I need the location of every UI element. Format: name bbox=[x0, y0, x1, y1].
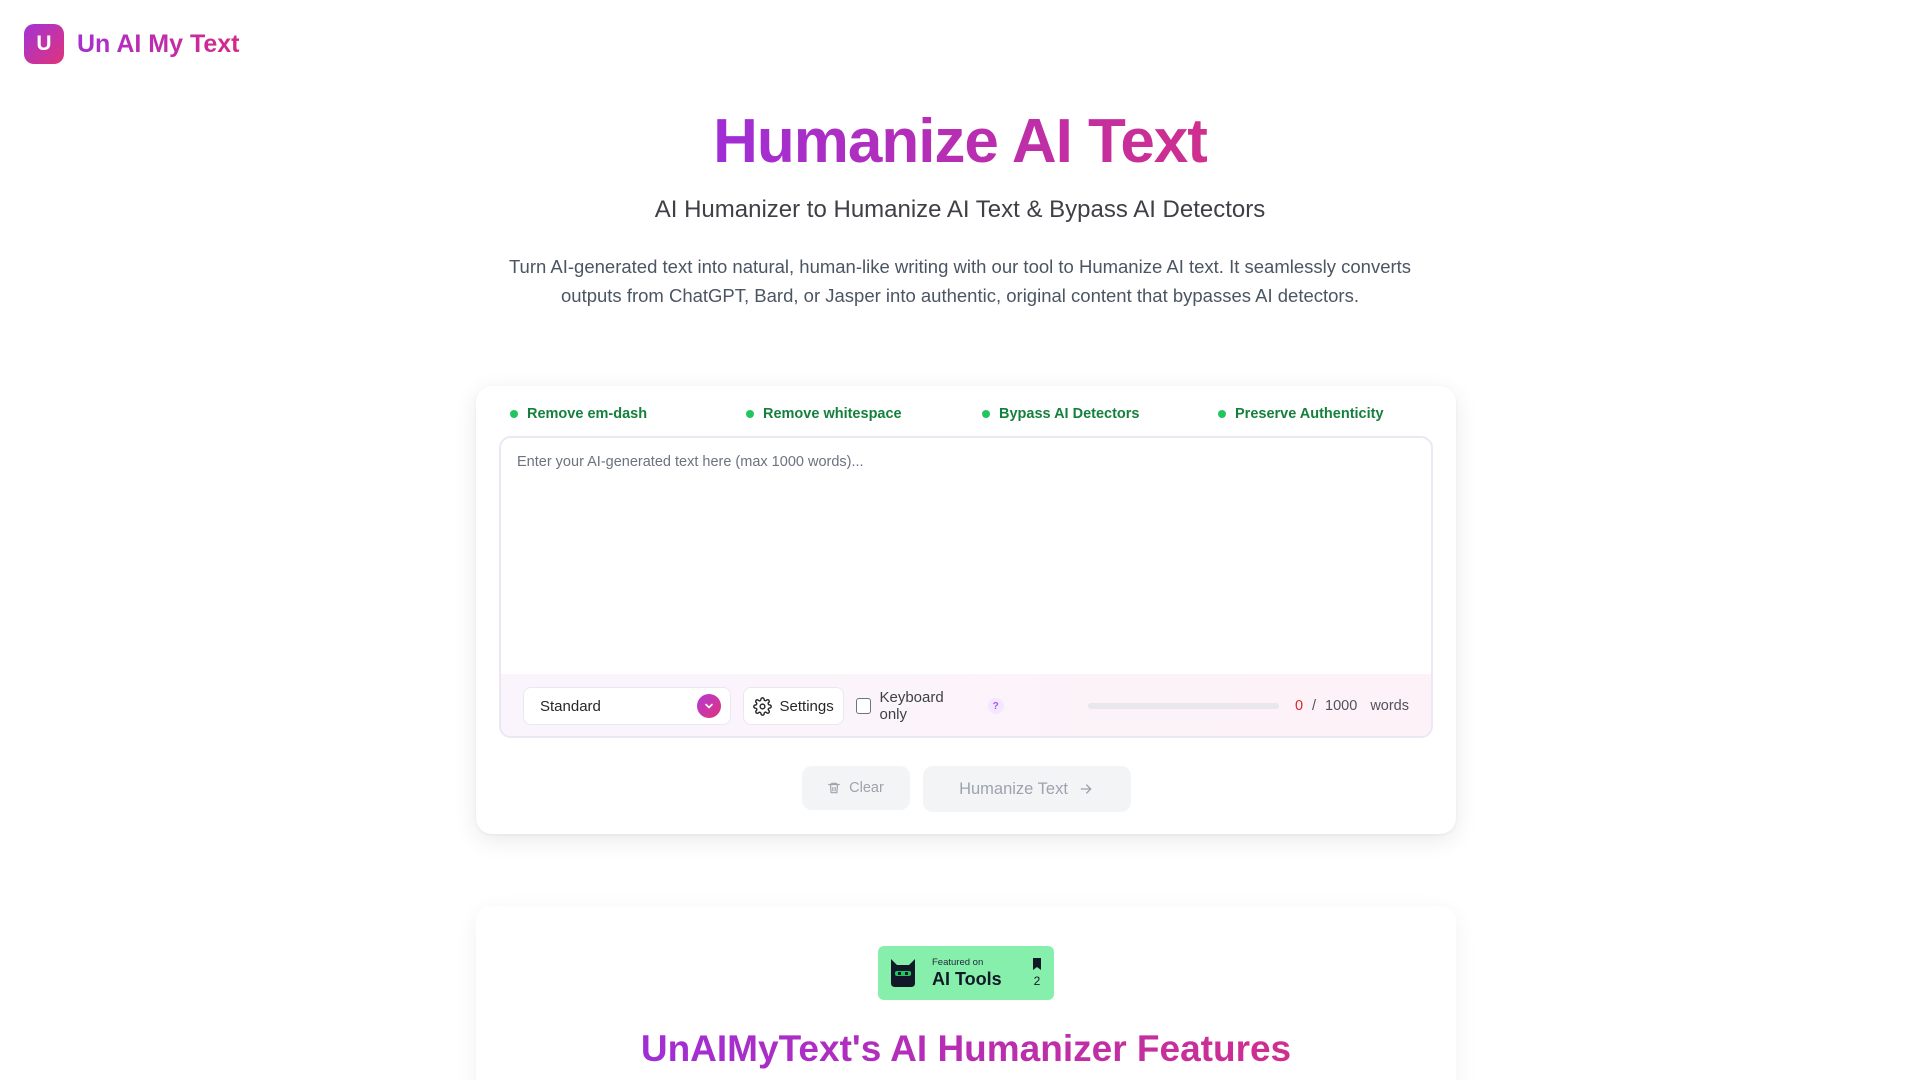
feature-label: Preserve Authenticity bbox=[1235, 406, 1384, 422]
cat-logo-icon bbox=[888, 957, 918, 989]
features-section-title: UnAIMyText's AI Humanizer Features bbox=[476, 1028, 1456, 1070]
feature-remove-em-dash: Remove em-dash bbox=[510, 406, 746, 422]
featured-site-name: AI Tools bbox=[932, 968, 1002, 989]
keyboard-only-checkbox[interactable] bbox=[855, 698, 872, 714]
word-progress-bar bbox=[1087, 703, 1279, 709]
editor-toolbar: Standard Settings Keyboard only ? 0 / 10… bbox=[501, 674, 1431, 736]
hero-section: Humanize AI Text AI Humanizer to Humaniz… bbox=[0, 102, 1920, 310]
chevron-down-icon[interactable] bbox=[696, 694, 721, 718]
mode-select[interactable]: Standard bbox=[523, 687, 731, 725]
feature-preserve-authenticity: Preserve Authenticity bbox=[1218, 406, 1454, 422]
word-count-unit: words bbox=[1370, 698, 1409, 714]
brand-name[interactable]: Un AI My Text bbox=[77, 30, 240, 59]
help-icon[interactable]: ? bbox=[987, 698, 1004, 714]
features-card: Featured on AI Tools 2 UnAIMyText's AI H… bbox=[476, 906, 1456, 1080]
mode-select-value: Standard bbox=[540, 697, 601, 715]
page-title: Humanize AI Text bbox=[713, 102, 1208, 182]
keyboard-only-option: Keyboard only ? bbox=[855, 689, 1004, 723]
arrow-right-icon bbox=[1078, 781, 1094, 797]
word-count-separator: / bbox=[1312, 698, 1317, 714]
settings-button[interactable]: Settings bbox=[742, 687, 844, 725]
settings-label: Settings bbox=[779, 697, 834, 715]
page-subtitle: AI Humanizer to Humanize AI Text & Bypas… bbox=[654, 196, 1266, 223]
featured-on-label: Featured on bbox=[932, 956, 984, 968]
feature-remove-whitespace: Remove whitespace bbox=[746, 406, 982, 422]
humanize-button[interactable]: Humanize Text bbox=[922, 766, 1131, 812]
humanizer-card: Remove em-dash Remove whitespace Bypass … bbox=[476, 386, 1456, 834]
status-dot-icon bbox=[510, 410, 518, 418]
feature-list: Remove em-dash Remove whitespace Bypass … bbox=[510, 406, 1454, 422]
feature-label: Remove whitespace bbox=[763, 406, 902, 422]
feature-label: Remove em-dash bbox=[527, 406, 648, 422]
clear-label: Clear bbox=[849, 780, 884, 796]
feature-bypass-detectors: Bypass AI Detectors bbox=[982, 406, 1218, 422]
page: U Un AI My Text Humanize AI Text AI Huma… bbox=[0, 0, 1920, 1080]
trash-icon bbox=[827, 781, 841, 795]
bookmark-icon bbox=[1032, 958, 1042, 970]
status-dot-icon bbox=[746, 410, 754, 418]
page-description: Turn AI-generated text into natural, hum… bbox=[508, 256, 1412, 306]
text-editor: Standard Settings bbox=[499, 436, 1433, 738]
featured-badge[interactable]: Featured on AI Tools 2 bbox=[878, 946, 1054, 1000]
featured-badge-bookmark: 2 bbox=[1032, 958, 1042, 988]
features-title-text: UnAIMyText's AI Humanizer Features bbox=[640, 1028, 1292, 1069]
clear-button[interactable]: Clear bbox=[801, 766, 910, 810]
logo-badge[interactable]: U bbox=[24, 24, 64, 64]
status-dot-icon bbox=[1218, 410, 1226, 418]
status-dot-icon bbox=[982, 410, 990, 418]
ai-text-input[interactable] bbox=[501, 438, 1431, 674]
word-counter: 0 / 1000 words bbox=[1295, 698, 1409, 714]
action-buttons: Clear Humanize Text bbox=[476, 766, 1456, 812]
word-count-limit: 1000 bbox=[1325, 698, 1358, 714]
feature-label: Bypass AI Detectors bbox=[999, 406, 1140, 422]
humanize-label: Humanize Text bbox=[959, 779, 1068, 798]
gear-icon bbox=[752, 696, 772, 716]
keyboard-only-label[interactable]: Keyboard only bbox=[879, 689, 973, 723]
featured-badge-count: 2 bbox=[1033, 974, 1041, 988]
featured-badge-text: Featured on AI Tools bbox=[932, 957, 1002, 990]
header: U Un AI My Text bbox=[24, 24, 240, 64]
word-count-current: 0 bbox=[1294, 698, 1304, 714]
